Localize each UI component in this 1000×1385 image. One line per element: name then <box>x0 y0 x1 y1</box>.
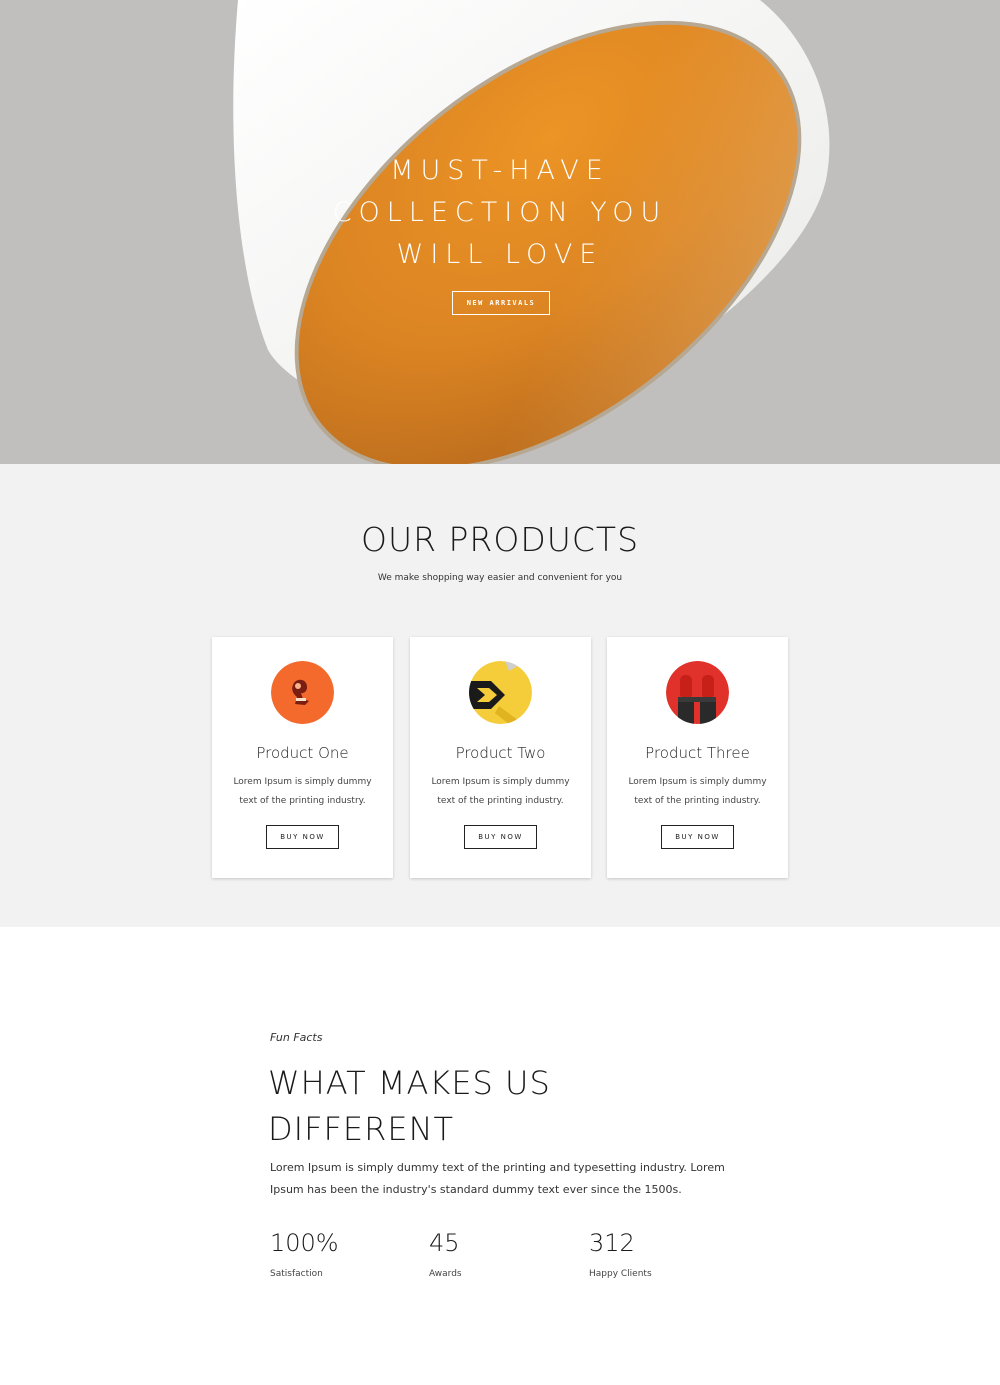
fun-facts-section: Fun Facts WHAT MAKES US DIFFERENT Lorem … <box>0 927 1000 1385</box>
buy-now-button[interactable]: BUY NOW <box>661 825 734 849</box>
hero-title: MUST-HAVE COLLECTION YOU WILL LOVE <box>300 150 700 276</box>
hero-banner: MUST-HAVE COLLECTION YOU WILL LOVE NEW A… <box>0 0 1000 464</box>
buy-now-button[interactable]: BUY NOW <box>266 825 339 849</box>
product-card: Product Three Lorem Ipsum is simply dumm… <box>607 637 788 878</box>
facts-kicker: Fun Facts <box>270 1031 323 1044</box>
hero-title-line: MUST-HAVE <box>390 155 610 186</box>
stat-value: 45 <box>429 1229 460 1257</box>
product-description: Lorem Ipsum is simply dummy text of the … <box>431 777 570 806</box>
stat-label: Happy Clients <box>589 1269 652 1279</box>
facts-title-line: WHAT MAKES US <box>268 1064 551 1102</box>
stat-value: 100% <box>270 1229 339 1257</box>
facts-title-line: DIFFERENT <box>268 1110 455 1148</box>
product-card: Product One Lorem Ipsum is simply dummy … <box>212 637 393 878</box>
product-card: Product Two Lorem Ipsum is simply dummy … <box>410 637 591 878</box>
stat-satisfaction: 100% Satisfaction <box>270 1229 339 1279</box>
products-title: OUR PRODUCTS <box>360 520 640 559</box>
hero-title-line: COLLECTION YOU <box>332 197 668 228</box>
product-name: Product Two <box>455 744 546 762</box>
product-name: Product Three <box>645 744 750 762</box>
product-name: Product One <box>256 744 349 762</box>
stat-label: Satisfaction <box>270 1269 323 1279</box>
hero-title-line: WILL LOVE <box>396 239 604 270</box>
stat-label: Awards <box>429 1269 462 1279</box>
products-subtitle: We make shopping way easier and convenie… <box>377 573 623 583</box>
facts-text: Lorem Ipsum is simply dummy text of the … <box>270 1161 725 1196</box>
product-one-image <box>271 661 334 724</box>
stat-happy-clients: 312 Happy Clients <box>589 1229 652 1279</box>
product-description: Lorem Ipsum is simply dummy text of the … <box>233 777 372 806</box>
new-arrivals-button[interactable]: NEW ARRIVALS <box>452 291 550 315</box>
buy-now-button[interactable]: BUY NOW <box>464 825 537 849</box>
products-section: OUR PRODUCTS We make shopping way easier… <box>0 464 1000 927</box>
product-two-image <box>469 661 532 724</box>
stat-awards: 45 Awards <box>429 1229 462 1279</box>
facts-title: WHAT MAKES US DIFFERENT <box>268 1060 728 1152</box>
stat-value: 312 <box>589 1229 635 1257</box>
product-description: Lorem Ipsum is simply dummy text of the … <box>628 777 767 806</box>
product-three-image <box>666 661 729 724</box>
